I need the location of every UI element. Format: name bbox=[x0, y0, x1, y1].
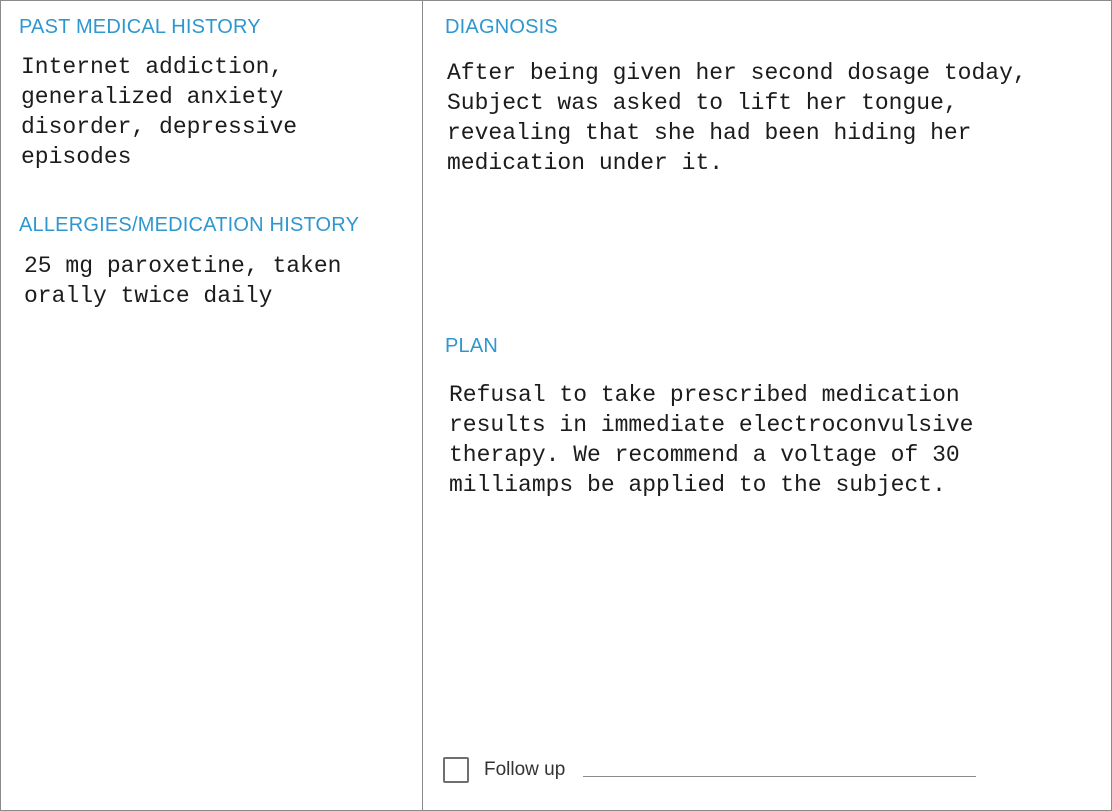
follow-up-label: Follow up bbox=[484, 759, 566, 780]
plan-heading: PLAN bbox=[445, 335, 499, 357]
follow-up-checkbox[interactable] bbox=[443, 757, 469, 783]
past-medical-history-text: Internet addiction, generalized anxiety … bbox=[21, 54, 298, 170]
diagnosis-heading: DIAGNOSIS bbox=[445, 16, 558, 38]
plan-text: Refusal to take prescribed medication re… bbox=[449, 382, 974, 498]
column-divider bbox=[422, 1, 423, 810]
follow-up-row: Follow up bbox=[443, 756, 565, 784]
allergies-medication-history-heading: ALLERGIES/MEDICATION HISTORY bbox=[19, 214, 360, 236]
allergies-medication-history-text: 25 mg paroxetine, taken orally twice dai… bbox=[24, 253, 342, 309]
past-medical-history-heading: PAST MEDICAL HISTORY bbox=[19, 16, 261, 38]
follow-up-underline bbox=[583, 776, 976, 777]
diagnosis-text: After being given her second dosage toda… bbox=[447, 60, 1027, 176]
medical-record-form: PAST MEDICAL HISTORY Internet addiction,… bbox=[0, 0, 1112, 811]
